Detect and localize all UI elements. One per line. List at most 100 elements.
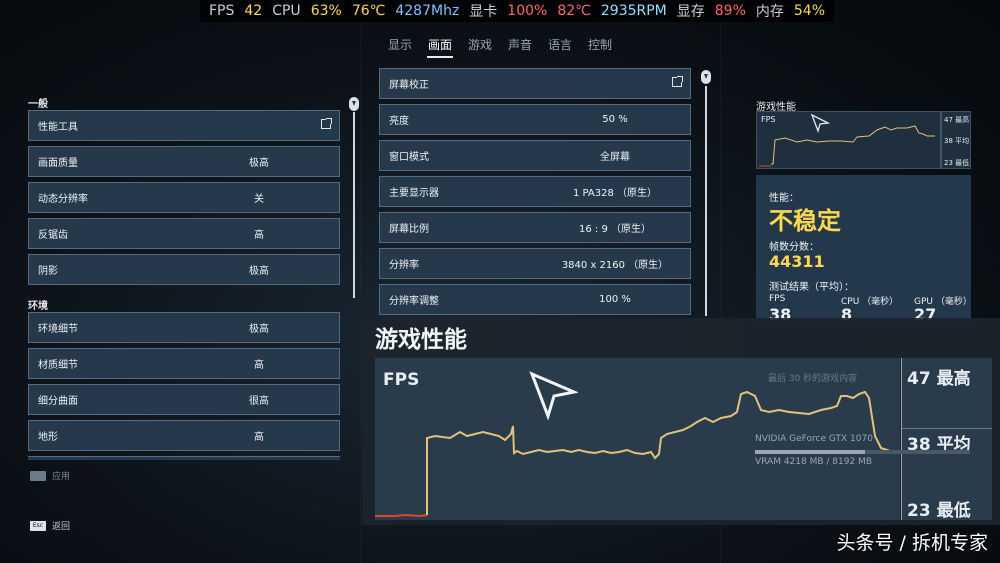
vram-usage-bar [755,450,970,454]
hud-ram-label: 内存 [755,4,784,20]
setting-value: 3840 x 2160 （原生） [561,260,669,271]
setting-label: 细分曲面 [38,396,78,407]
hud-fps-label: FPS [209,3,235,19]
setting-dynamic-resolution[interactable]: 动态分辨率 关 [28,182,340,213]
frame-score-label: 帧数分数： [769,242,819,253]
setting-value: 极高 [249,266,269,277]
setting-value: 1 PA328 （原生） [572,188,658,199]
overlay-min-label: 23 最低 [907,501,971,521]
settings-tabs: 显示 画面 游戏 声音 语言 控制 [0,36,1000,58]
setting-screen-calibration[interactable]: 屏幕校正 [379,68,691,99]
setting-label: 分辨率 [389,260,419,271]
setting-label: 屏幕校正 [389,80,429,91]
setting-anti-aliasing[interactable]: 反锯齿 高 [28,218,340,249]
overlay-title: 游戏性能 [375,327,467,353]
setting-resolution-scale[interactable]: 分辨率调整 100 % [379,284,691,315]
setting-window-mode[interactable]: 窗口模式 全屏幕 [379,140,691,171]
setting-terrain[interactable]: 地形 高 [28,420,340,451]
hud-cpu-label: CPU [272,3,301,19]
tab-display[interactable]: 显示 [387,36,413,58]
left-scrollbar-thumb[interactable] [349,97,359,111]
tab-language[interactable]: 语言 [547,36,573,58]
mini-avg-label: 38 平均 [944,137,970,145]
setting-value: 高 [254,432,264,443]
setting-performance-tool[interactable]: 性能工具 [28,110,340,141]
external-link-icon [321,118,332,129]
apply-button[interactable]: 应用 [30,469,70,482]
middle-scrollbar-thumb[interactable] [701,70,711,84]
hud-gpu-label: 显卡 [469,4,498,20]
setting-value: 高 [254,360,264,371]
setting-value: 16 : 9 （原生） [579,224,651,235]
overlay-avg-tick [902,428,992,429]
setting-value: 极高 [249,324,269,335]
setting-value: 关 [254,194,264,205]
performance-status: 不稳定 [769,207,841,235]
setting-label: 环境细节 [38,324,78,335]
setting-graphics-quality[interactable]: 画面质量 极高 [28,146,340,177]
average-results-label: 测试结果（平均）： [769,282,854,293]
hud-vram: 89% [714,3,746,19]
left-scrollbar-track[interactable] [353,112,355,298]
tab-game[interactable]: 游戏 [467,36,493,58]
vram-text: VRAM 4218 MB / 8192 MB [755,457,872,467]
mini-fps-graph: FPS 47 最高 38 平均 23 最低 [756,111,971,169]
performance-summary-panel: 性能： 不稳定 帧数分数： 44311 测试结果（平均）： FPS CPU （毫… [756,175,972,325]
hardware-monitor-hud: FPS 42 CPU 63% 76℃ 4287Mhz 显卡 100% 82℃ 2… [200,0,835,22]
esc-key-icon: Esc [30,520,46,531]
hud-cpu-temp: 76℃ [351,3,386,19]
mini-max-label: 47 最高 [944,116,970,124]
general-heading: 一般 [28,99,48,110]
setting-value: 全屏幕 [600,152,630,163]
setting-primary-display[interactable]: 主要显示器 1 PA328 （原生） [379,176,691,207]
hud-gpu-usage: 100% [507,3,548,19]
setting-label: 反锯齿 [38,230,68,241]
frame-score: 44311 [769,252,825,271]
overlay-axis-line [901,358,902,520]
setting-label: 地形 [38,432,58,443]
hud-cpu-clock: 4287Mhz [395,3,460,19]
hud-gpu-fan: 2935RPM [600,3,667,19]
hud-gpu-temp: 82℃ [557,3,591,19]
setting-brightness[interactable]: 亮度 50 % [379,104,691,135]
overlay-max-label: 47 最高 [907,369,971,389]
environment-heading: 环境 [28,301,48,312]
setting-label: 窗口模式 [389,152,429,163]
keyboard-key-icon [30,470,46,481]
setting-value: 100 % [599,294,631,305]
setting-value: 高 [254,230,264,241]
result-fps-label: FPS [769,294,786,304]
setting-environment-detail[interactable]: 环境细节 极高 [28,312,340,343]
tab-controls[interactable]: 控制 [587,36,613,58]
setting-resolution[interactable]: 分辨率 3840 x 2160 （原生） [379,248,691,279]
setting-label: 性能工具 [38,122,78,133]
setting-label: 动态分辨率 [38,194,88,205]
tab-graphics[interactable]: 画面 [426,36,453,58]
back-button[interactable]: Esc 返回 [30,519,70,532]
setting-shadows[interactable]: 阴影 极高 [28,254,340,285]
back-label: 返回 [52,522,71,532]
setting-label: 主要显示器 [389,188,439,199]
setting-label: 材质细节 [38,360,78,371]
tab-sound[interactable]: 声音 [507,36,533,58]
setting-aspect-ratio[interactable]: 屏幕比例 16 : 9 （原生） [379,212,691,243]
gpu-name: NVIDIA GeForce GTX 1070 [755,434,873,444]
hud-fps: 42 [244,3,263,19]
hud-ram: 54% [793,3,826,19]
vram-usage-fill [755,450,865,454]
mini-fps-line [759,112,942,168]
setting-texture-detail[interactable]: 材质细节 高 [28,348,340,379]
setting-tessellation[interactable]: 细分曲面 很高 [28,384,340,415]
cursor-icon-large [529,371,578,420]
setting-label: 分辨率调整 [389,296,439,307]
setting-label: 亮度 [389,116,409,127]
setting-value: 50 % [602,114,628,125]
cursor-icon [810,113,830,133]
mini-min-label: 23 最低 [944,159,970,167]
watermark: 头条号 / 拆机专家 [836,532,988,554]
overlay-axis: 47 最高 38 平均 23 最低 [902,358,992,521]
apply-label: 应用 [52,472,71,482]
setting-value: 极高 [249,158,269,169]
middle-scrollbar-track[interactable] [705,86,707,316]
setting-label: 屏幕比例 [389,224,429,235]
